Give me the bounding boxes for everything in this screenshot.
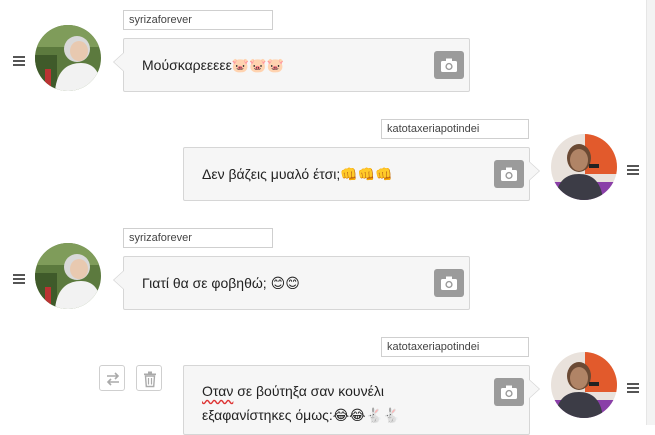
delete-button[interactable] [136, 365, 162, 391]
hamburger-menu-icon[interactable] [13, 56, 25, 66]
message-text-body: Μούσκαρεεεεε [142, 57, 232, 73]
emoji-sequence: 😊😊 [270, 275, 300, 291]
misspelled-word: Οταν [202, 383, 234, 399]
avatar-katotaxeriapotindei[interactable] [551, 352, 617, 418]
camera-button[interactable] [494, 378, 524, 406]
message-text-line-1: Οταν σε βούτηξα σαν κουνέλι [202, 380, 384, 402]
swap-arrows-icon [106, 372, 120, 386]
avatar-syrizaforever[interactable] [35, 25, 101, 91]
hamburger-menu-icon[interactable] [627, 383, 639, 393]
camera-button[interactable] [494, 160, 524, 188]
username-label: syrizaforever [123, 10, 273, 30]
camera-button[interactable] [434, 269, 464, 297]
avatar-katotaxeriapotindei[interactable] [551, 134, 617, 200]
camera-icon [441, 276, 457, 290]
avatar-syrizaforever[interactable] [35, 243, 101, 309]
hamburger-menu-icon[interactable] [13, 274, 25, 284]
message-text-body: Γιατί θα σε φοβηθώ; [142, 275, 271, 291]
camera-icon [501, 385, 517, 399]
camera-icon [441, 58, 457, 72]
message-bubble: Γιατί θα σε φοβηθώ; 😊😊 [113, 256, 470, 310]
emoji-sequence: 🐷🐷🐷 [231, 57, 285, 73]
message-text: Γιατί θα σε φοβηθώ; 😊😊 [142, 272, 300, 294]
username-label: katotaxeriapotindei [381, 119, 529, 139]
message-text: Μούσκαρεεεεε🐷🐷🐷 [142, 54, 284, 76]
camera-button[interactable] [434, 51, 464, 79]
emoji-sequence: 👊👊👊 [340, 166, 393, 182]
message-text-body: Δεν βάζεις μυαλό έτσι; [202, 166, 341, 182]
message-text-body: σε βούτηξα σαν κουνέλι [233, 383, 384, 399]
message-bubble: Δεν βάζεις μυαλό έτσι;👊👊👊 [183, 147, 540, 201]
scrollbar-track[interactable] [646, 0, 655, 425]
message-text: Δεν βάζεις μυαλό έτσι;👊👊👊 [202, 163, 393, 185]
message-bubble: Μούσκαρεεεεε🐷🐷🐷 [113, 38, 470, 92]
username-label: katotaxeriapotindei [381, 337, 529, 357]
swap-button[interactable] [99, 365, 125, 391]
trash-icon [144, 371, 156, 388]
message-text-line-2: εξαφανίστηκες όμως:😂😂🐇🐇 [202, 404, 400, 426]
username-label: syrizaforever [123, 228, 273, 248]
hamburger-menu-icon[interactable] [627, 165, 639, 175]
emoji-sequence: 😂😂🐇🐇 [332, 407, 401, 423]
message-text-body: εξαφανίστηκες όμως: [202, 407, 333, 423]
camera-icon [501, 167, 517, 181]
